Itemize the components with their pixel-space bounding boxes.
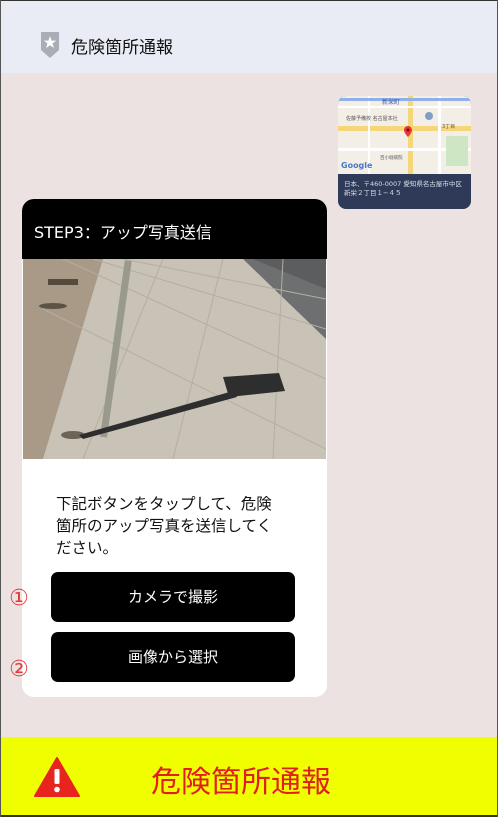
step-header: STEP3：アップ写真送信	[22, 199, 327, 259]
map-label-school: 佐藤予備校 名古屋本社	[346, 115, 398, 122]
map-label-hospital: 百小堀病院	[380, 154, 403, 161]
instruction-text: 下記ボタンをタップして、危険箇所のアップ写真を送信してください。	[56, 495, 273, 557]
select-image-button[interactable]: 画像から選択	[51, 632, 295, 682]
map-label-shinsakae: 新栄町	[382, 98, 400, 106]
step-card: STEP3：アップ写真送信 下記ボタンをタップして、危険箇所のアップ写真を送信し…	[22, 199, 327, 697]
location-map-card[interactable]: 新栄町 佐藤予備校 名古屋本社 3丁目 Google 百小堀病院 日本、〒460…	[338, 96, 471, 209]
step-title: STEP3：アップ写真送信	[34, 223, 212, 242]
map-label-chome: 3丁目	[442, 124, 455, 130]
example-photo	[23, 259, 326, 459]
report-footer-button[interactable]: 危険箇所通報	[1, 737, 497, 817]
footer-label: 危険箇所通報	[151, 765, 331, 800]
shield-star-icon	[41, 32, 59, 58]
map-address-caption: 日本、〒460-0007 愛知県名古屋市中区新栄２丁目１−４５	[344, 180, 462, 197]
camera-capture-button[interactable]: カメラで撮影	[51, 572, 295, 622]
header-title: 危険箇所通報	[71, 38, 173, 58]
app-header: 危険箇所通報	[1, 0, 497, 73]
warning-icon	[34, 757, 80, 797]
marker-two: ②	[9, 657, 29, 682]
marker-one: ①	[9, 586, 29, 611]
map-label-google: Google	[341, 161, 373, 170]
map-thumbnail[interactable]: 新栄町 佐藤予備校 名古屋本社 3丁目 Google 百小堀病院	[338, 96, 471, 174]
